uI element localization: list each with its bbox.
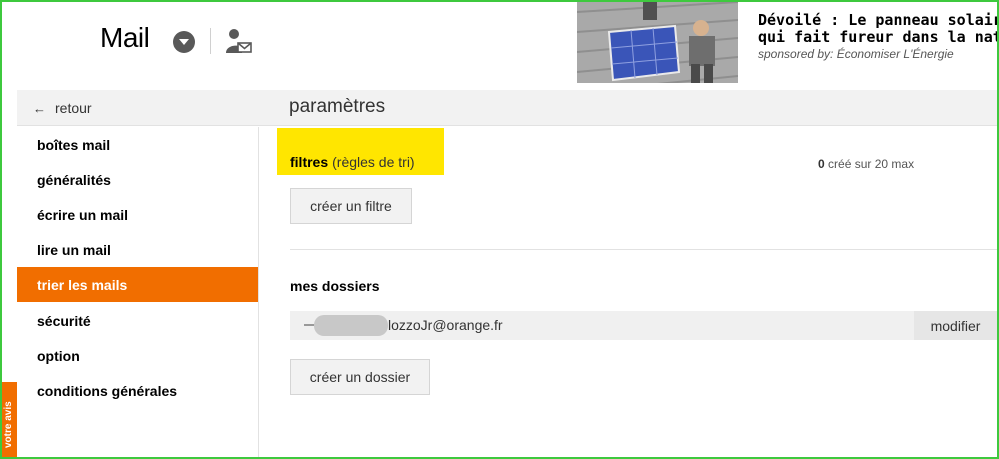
ad-headline[interactable]: Dévoilé : Le panneau solaire qui fait fu… xyxy=(758,12,997,46)
sidebar-item-read-mail[interactable]: lire un mail xyxy=(17,232,258,267)
create-filter-button[interactable]: créer un filtre xyxy=(290,188,412,224)
back-link[interactable]: ← retour xyxy=(17,90,259,126)
header-divider xyxy=(210,28,211,54)
back-label: retour xyxy=(55,100,92,116)
folder-name: lozzoJr@orange.fr xyxy=(388,317,503,333)
ad-sponsor: sponsored by: Économiser L'Énergie xyxy=(758,47,954,61)
sidebar-item-mailboxes[interactable]: boîtes mail xyxy=(17,127,258,162)
feedback-tab[interactable]: votre avis xyxy=(0,382,17,459)
sidebar-item-security[interactable]: sécurité xyxy=(17,303,258,338)
sidebar-item-sort-mail[interactable]: trier les mails xyxy=(17,267,258,302)
filters-count-suffix: créé sur 20 max xyxy=(828,157,915,171)
arrow-left-icon: ← xyxy=(33,100,46,116)
settings-sidebar: boîtes mail généralités écrire un mail l… xyxy=(17,127,259,457)
filters-subtitle: (règles de tri) xyxy=(332,154,415,170)
section-divider xyxy=(290,249,997,250)
folders-heading: mes dossiers xyxy=(290,278,380,294)
folder-row[interactable]: lozzoJr@orange.fr modifier xyxy=(290,311,997,340)
sidebar-item-terms[interactable]: conditions générales xyxy=(17,373,258,408)
ad-image[interactable] xyxy=(577,2,738,83)
feedback-label: votre avis xyxy=(3,401,14,448)
filters-title: filtres xyxy=(290,154,329,170)
filters-heading: filtres (règles de tri) xyxy=(290,154,415,170)
sidebar-item-option[interactable]: option xyxy=(17,338,258,373)
sidebar-item-write-mail[interactable]: écrire un mail xyxy=(17,197,258,232)
contacts-icon[interactable] xyxy=(224,27,252,55)
chevron-down-icon[interactable] xyxy=(173,31,195,53)
filters-count-value: 0 xyxy=(818,157,825,171)
page-title: paramètres xyxy=(289,96,386,117)
modify-folder-button[interactable]: modifier xyxy=(914,311,997,340)
sidebar-item-general[interactable]: généralités xyxy=(17,162,258,197)
app-title: Mail xyxy=(100,22,150,53)
redacted-blur xyxy=(314,315,388,336)
create-folder-button[interactable]: créer un dossier xyxy=(290,359,430,395)
filters-count: 0 créé sur 20 max xyxy=(818,157,914,171)
